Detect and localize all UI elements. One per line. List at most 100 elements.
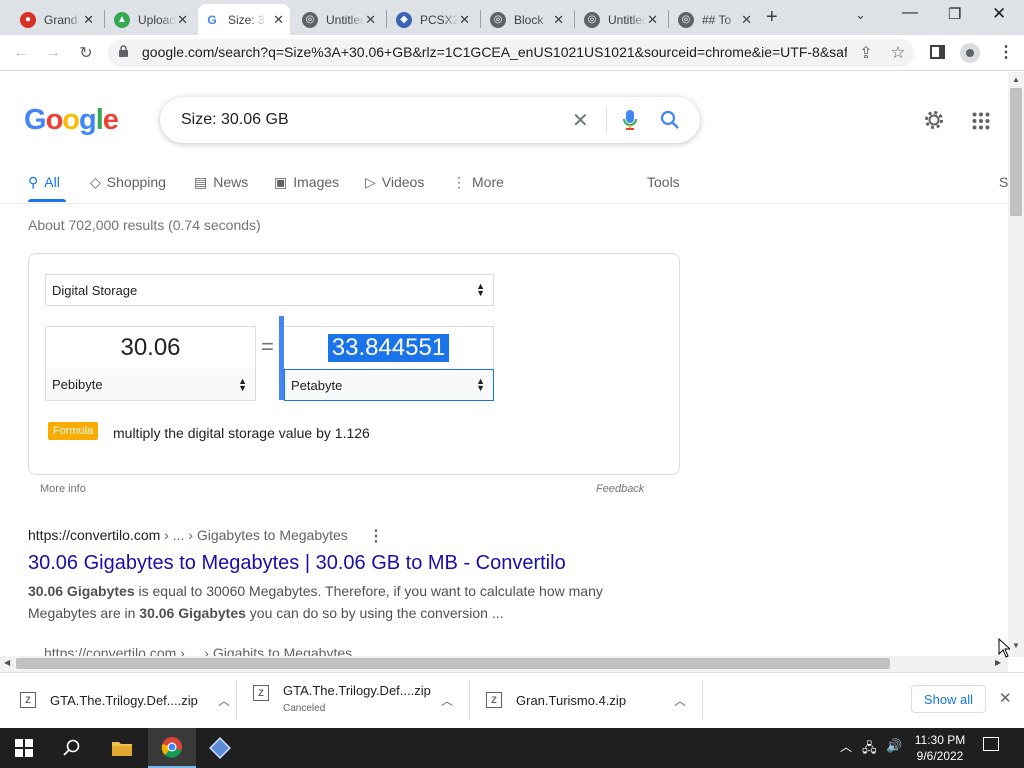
- image-icon: ▣: [274, 173, 288, 190]
- new-tab-plus-icon[interactable]: +: [766, 6, 778, 29]
- tab-grand[interactable]: ● Grand ✕: [14, 4, 100, 35]
- from-value-input[interactable]: 30.06: [45, 326, 256, 370]
- snippet-bold: 30.06 Gigabytes: [139, 605, 246, 621]
- settings-gear-icon[interactable]: [922, 108, 946, 137]
- from-unit-select[interactable]: Pebibyte ▲ ▼: [45, 369, 256, 401]
- forward-icon[interactable]: →: [42, 42, 64, 64]
- tab-title: Upload: [138, 12, 176, 27]
- pcsx2-favicon-icon: ◆: [396, 11, 412, 28]
- cite-path: › ... › Gigabytes to Megabytes: [160, 527, 348, 543]
- tab-close-icon[interactable]: ✕: [741, 12, 752, 28]
- download-status: Canceled: [283, 703, 326, 714]
- scroll-left-arrow-icon[interactable]: ◀: [4, 658, 10, 667]
- notifications-icon[interactable]: [983, 737, 999, 751]
- category-select[interactable]: Digital Storage ▲ ▼: [45, 274, 494, 306]
- formula-text: multiply the digital storage value by 1.…: [113, 425, 370, 441]
- tab-more[interactable]: ⋮ More: [452, 172, 504, 192]
- tab-all[interactable]: ⚲ All: [28, 172, 60, 192]
- tab-untitled-1[interactable]: ◎ Untitled ✕: [296, 4, 382, 35]
- equals-sign: =: [261, 334, 274, 359]
- tab-size-search[interactable]: G Size: 30.06 GB ✕: [198, 4, 290, 35]
- feedback-link[interactable]: Feedback: [596, 483, 644, 495]
- chevron-up-icon[interactable]: ︿: [218, 692, 230, 709]
- tab-close-icon[interactable]: ✕: [459, 12, 470, 28]
- chevron-up-icon[interactable]: ︿: [674, 692, 686, 709]
- tab-safesearch-partial[interactable]: S: [999, 172, 1008, 192]
- mouse-cursor-icon: [998, 637, 1012, 663]
- tab-close-icon[interactable]: ✕: [365, 12, 376, 28]
- apps-grid-icon[interactable]: [972, 112, 990, 135]
- tab-close-icon[interactable]: ✕: [273, 12, 284, 28]
- more-info-link[interactable]: More info: [40, 483, 86, 495]
- scroll-down-arrow-icon[interactable]: ▼: [1012, 641, 1020, 650]
- horizontal-scrollbar-thumb[interactable]: [16, 658, 890, 669]
- window-close-icon[interactable]: ✕: [992, 4, 1006, 24]
- profile-avatar-icon[interactable]: [960, 43, 980, 63]
- tab-videos[interactable]: ▷ Videos: [365, 172, 424, 192]
- tab-close-icon[interactable]: ✕: [553, 12, 564, 28]
- taskbar-search-icon[interactable]: [48, 728, 96, 768]
- tab-close-icon[interactable]: ✕: [83, 12, 94, 28]
- back-icon[interactable]: ←: [10, 42, 32, 64]
- result-title-link[interactable]: 30.06 Gigabytes to Megabytes | 30.06 GB …: [28, 552, 566, 575]
- chrome-taskbar-icon[interactable]: [148, 728, 196, 768]
- network-icon[interactable]: 🖧: [862, 739, 877, 761]
- url-text[interactable]: google.com/search?q=Size%3A+30.06+GB&rlz…: [142, 44, 847, 60]
- tab-shopping[interactable]: ◇ Shopping: [90, 172, 166, 192]
- share-icon[interactable]: ⇪: [855, 42, 877, 64]
- show-all-downloads-button[interactable]: Show all: [911, 685, 986, 713]
- lock-icon[interactable]: [118, 45, 129, 57]
- reload-icon[interactable]: ↻: [75, 42, 97, 64]
- to-value: 33.844551: [327, 334, 450, 362]
- search-input[interactable]: Size: 30.06 GB: [181, 111, 289, 129]
- globe-icon: ◎: [584, 11, 600, 28]
- start-windows-icon[interactable]: [0, 728, 48, 768]
- tab-news[interactable]: ▤ News: [194, 172, 248, 192]
- minimize-icon[interactable]: —: [902, 4, 918, 22]
- tab-search-chevron-icon[interactable]: ⌄: [855, 7, 866, 23]
- pcsx2-taskbar-icon[interactable]: [196, 728, 244, 768]
- search-small-icon: ⚲: [28, 173, 39, 190]
- volume-icon[interactable]: 🔊: [886, 738, 902, 754]
- search-icon[interactable]: [660, 110, 680, 135]
- system-clock[interactable]: 11:30 PM 9/6/2022: [902, 732, 978, 764]
- download-item[interactable]: Z GTA.The.Trilogy.Def....zip ︿: [20, 672, 230, 728]
- tab-separator: [668, 10, 669, 28]
- file-explorer-icon[interactable]: [98, 728, 146, 768]
- side-panel-icon[interactable]: [930, 45, 945, 59]
- tab-close-icon[interactable]: ✕: [647, 12, 658, 28]
- to-unit-select[interactable]: Petabyte ▲ ▼: [284, 369, 494, 401]
- show-hidden-icons-chevron[interactable]: ︿: [840, 738, 852, 755]
- result-cite[interactable]: https://convertilo.com › ... › Gigabytes…: [28, 527, 348, 543]
- tab-close-icon[interactable]: ✕: [177, 12, 188, 28]
- scroll-up-arrow-icon[interactable]: ▲: [1012, 75, 1020, 84]
- tab-title: PCSX2: [420, 12, 458, 27]
- bookmark-star-icon[interactable]: ☆: [887, 42, 909, 64]
- tab-title: ## To: [702, 12, 732, 27]
- tab-separator: [480, 10, 481, 28]
- result-more-options-icon[interactable]: ⋮: [368, 526, 384, 546]
- tab-block[interactable]: ◎ Block ✕: [484, 4, 570, 35]
- tools-button[interactable]: Tools: [647, 172, 680, 192]
- tab-todo[interactable]: ◎ ## To ✕: [672, 4, 758, 35]
- to-value-input[interactable]: 33.844551: [284, 326, 494, 370]
- clear-search-icon[interactable]: ✕: [572, 108, 589, 133]
- snippet-bold: 30.06 Gigabytes: [28, 583, 135, 599]
- download-item[interactable]: Z Gran.Turismo.4.zip ︿: [486, 672, 686, 728]
- download-item[interactable]: Z GTA.The.Trilogy.Def....zip Canceled ︿: [253, 672, 453, 728]
- google-logo[interactable]: Google: [24, 104, 119, 137]
- tab-untitled-2[interactable]: ◎ Untitled ✕: [578, 4, 664, 35]
- tab-upload[interactable]: ▲ Upload ✕: [108, 4, 194, 35]
- microphone-icon[interactable]: [622, 109, 638, 136]
- close-downloads-icon[interactable]: ✕: [999, 689, 1012, 707]
- tab-pcsx2[interactable]: ◆ PCSX2 ✕: [390, 4, 476, 35]
- result-2-cite[interactable]: https://convertilo.com › ... › Gigabits …: [44, 645, 352, 656]
- tab-images[interactable]: ▣ Images: [274, 172, 339, 192]
- download-separator: [236, 680, 237, 720]
- restore-icon[interactable]: ❐: [948, 5, 961, 23]
- vertical-scrollbar-thumb[interactable]: [1010, 88, 1022, 216]
- chevron-up-icon[interactable]: ︿: [441, 692, 453, 709]
- chrome-menu-icon[interactable]: ⋮: [998, 42, 1014, 62]
- tab-title: Untitled: [326, 12, 364, 27]
- tab-images-label: Images: [293, 174, 340, 190]
